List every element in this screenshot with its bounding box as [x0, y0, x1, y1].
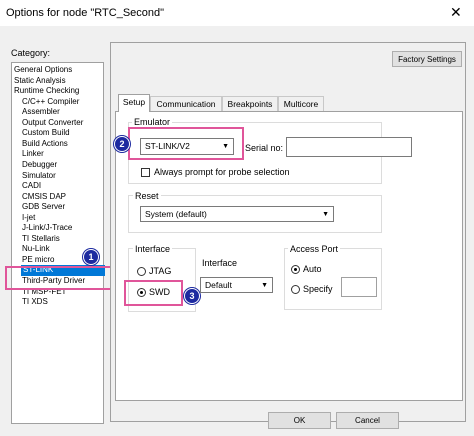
tab-setup[interactable]: Setup — [118, 94, 150, 112]
category-item[interactable]: Linker — [22, 149, 44, 159]
highlight-emulator — [128, 127, 244, 160]
chevron-down-icon: ▼ — [322, 211, 329, 218]
cancel-button[interactable]: Cancel — [336, 412, 399, 429]
reset-select-value: System (default) — [145, 209, 207, 219]
category-item[interactable]: General Options — [14, 65, 72, 75]
factory-settings-button[interactable]: Factory Settings — [392, 51, 462, 67]
badge-2: 2 — [114, 136, 130, 152]
badge-1: 1 — [83, 249, 99, 265]
interface-speed-label: Interface — [202, 258, 238, 268]
reset-group-label: Reset — [133, 191, 161, 201]
serial-no-input[interactable] — [286, 137, 412, 157]
window-title: Options for node "RTC_Second" — [6, 7, 165, 19]
category-item[interactable]: CADI — [22, 181, 41, 191]
auto-label: Auto — [303, 264, 322, 274]
category-item[interactable]: J-Link/J-Trace — [22, 223, 72, 233]
tab-communication[interactable]: Communication — [150, 96, 222, 111]
auto-radio[interactable] — [291, 265, 300, 274]
highlight-st-link — [5, 266, 113, 290]
category-item[interactable]: GDB Server — [22, 202, 65, 212]
category-item[interactable]: Simulator — [22, 171, 56, 181]
tab-multicore[interactable]: Multicore — [278, 96, 324, 111]
interface-speed-value: Default — [205, 280, 232, 290]
category-item[interactable]: TI Stellaris — [22, 234, 60, 244]
reset-select[interactable]: System (default) ▼ — [140, 206, 334, 222]
tab-breakpoints[interactable]: Breakpoints — [222, 96, 278, 111]
access-port-group-label: Access Port — [288, 244, 341, 254]
category-item[interactable]: PE micro — [22, 255, 54, 265]
ok-button[interactable]: OK — [268, 412, 331, 429]
always-prompt-label: Always prompt for probe selection — [154, 167, 290, 177]
interface-speed-select[interactable]: Default ▼ — [200, 277, 273, 293]
category-item[interactable]: Assembler — [22, 107, 60, 117]
category-item[interactable]: Debugger — [22, 160, 57, 170]
category-item[interactable]: TI XDS — [22, 297, 48, 307]
emulator-group-label: Emulator — [132, 117, 173, 127]
jtag-label: JTAG — [149, 266, 172, 276]
badge-3: 3 — [184, 288, 200, 304]
category-item[interactable]: I-jet — [22, 213, 35, 223]
category-item[interactable]: Static Analysis — [14, 76, 66, 86]
serial-no-label: Serial no: — [245, 143, 284, 153]
category-item[interactable]: Nu-Link — [22, 244, 50, 254]
always-prompt-checkbox[interactable] — [141, 168, 150, 177]
category-item[interactable]: Custom Build — [22, 128, 70, 138]
category-item[interactable]: Runtime Checking — [14, 86, 79, 96]
access-port-input[interactable] — [341, 277, 377, 297]
category-label: Category: — [11, 48, 51, 58]
jtag-radio[interactable] — [137, 267, 146, 276]
specify-radio[interactable] — [291, 285, 300, 294]
category-item[interactable]: Build Actions — [22, 139, 68, 149]
highlight-swd — [124, 280, 183, 306]
category-item[interactable]: Output Converter — [22, 118, 83, 128]
chevron-down-icon: ▼ — [261, 282, 268, 289]
category-item[interactable]: CMSIS DAP — [22, 192, 66, 202]
specify-label: Specify — [303, 284, 333, 294]
category-list[interactable]: General Options Static Analysis Runtime Ch… — [11, 62, 105, 424]
close-icon[interactable]: ✕ — [450, 4, 462, 21]
category-item[interactable]: C/C++ Compiler — [22, 97, 79, 107]
interface-group-label: Interface — [133, 244, 173, 254]
